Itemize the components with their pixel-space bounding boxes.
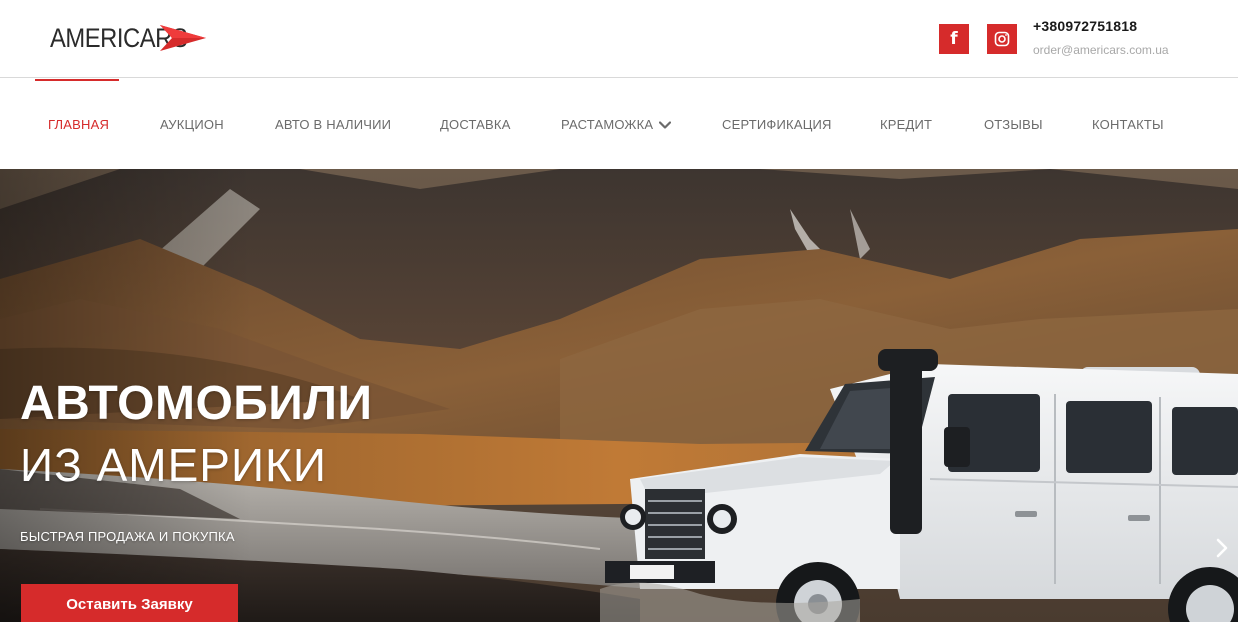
hero-tagline: БЫСТРАЯ ПРОДАЖА И ПОКУПКА [20,529,235,544]
americars-logo[interactable]: AMERICARS [50,20,206,56]
nav-item-customs-label: РАСТАМОЖКА [561,117,654,132]
hero-title: АВТОМОБИЛИ [20,377,373,430]
hero-slider: АВТОМОБИЛИ ИЗ АМЕРИКИ БЫСТРАЯ ПРОДАЖА И … [0,169,1238,622]
nav-item-reviews[interactable]: ОТЗЫВЫ [984,117,1043,132]
nav-active-indicator [35,79,119,81]
nav-item-home[interactable]: ГЛАВНАЯ [48,117,109,132]
nav-item-cars-in-stock[interactable]: АВТО В НАЛИЧИИ [275,117,391,132]
site-header: AMERICARS f +380972751818 order@americar… [0,0,1238,78]
nav-item-delivery[interactable]: ДОСТАВКА [440,117,511,132]
chevron-right-icon[interactable] [1212,535,1232,561]
facebook-icon: f [950,28,958,49]
nav-item-certification[interactable]: СЕРТИФИКАЦИЯ [722,117,832,132]
contact-email[interactable]: order@americars.com.ua [1033,43,1169,57]
chevron-down-icon [659,120,672,129]
nav-item-credit[interactable]: КРЕДИТ [880,117,932,132]
nav-item-customs[interactable]: РАСТАМОЖКА [561,117,672,132]
nav-item-auction[interactable]: АУКЦИОН [160,117,224,132]
leave-request-button[interactable]: Оставить Заявку [21,584,238,622]
facebook-button[interactable]: f [939,24,969,54]
instagram-icon [994,31,1010,47]
hero-subtitle: ИЗ АМЕРИКИ [20,439,327,491]
nav-item-contacts[interactable]: КОНТАКТЫ [1092,117,1164,132]
contact-phone[interactable]: +380972751818 [1033,18,1137,34]
main-nav: ГЛАВНАЯ АУКЦИОН АВТО В НАЛИЧИИ ДОСТАВКА … [0,79,1238,169]
logo-arrow-icon [160,25,206,51]
instagram-button[interactable] [987,24,1017,54]
